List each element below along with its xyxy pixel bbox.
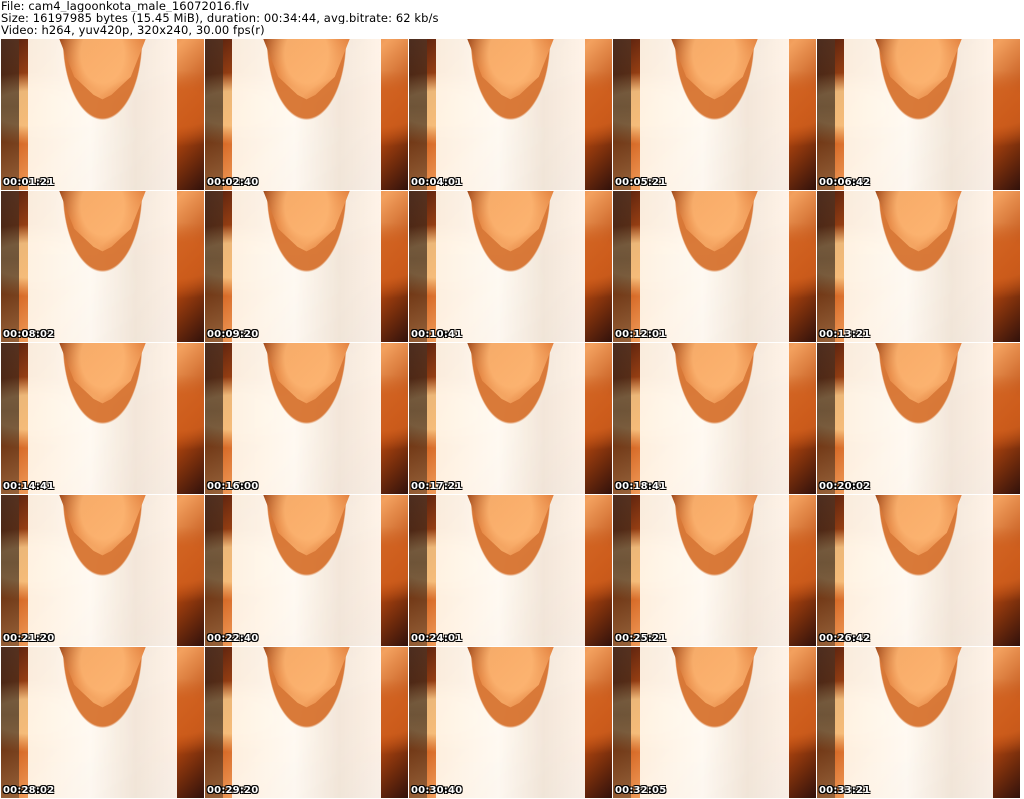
video-thumbnail: 00:22:40 xyxy=(205,495,408,646)
video-thumbnail: 00:08:02 xyxy=(1,191,204,342)
thumbnail-timestamp: 00:30:40 xyxy=(411,785,463,796)
thumbnail-timestamp: 00:14:41 xyxy=(3,481,55,492)
video-thumbnail: 00:32:05 xyxy=(613,647,816,798)
thumbnail-timestamp: 00:10:41 xyxy=(411,329,463,340)
video-thumbnail: 00:21:20 xyxy=(1,495,204,646)
video-thumbnail: 00:20:02 xyxy=(817,343,1020,494)
video-specs-text: Video: h264, yuv420p, 320x240, 30.00 fps… xyxy=(1,24,265,37)
thumbnail-timestamp: 00:12:01 xyxy=(615,329,667,340)
video-thumbnail: 00:25:21 xyxy=(613,495,816,646)
video-thumbnail: 00:14:41 xyxy=(1,343,204,494)
video-thumbnail: 00:05:21 xyxy=(613,39,816,190)
thumbnail-timestamp: 00:16:00 xyxy=(207,481,259,492)
thumbnail-timestamp: 00:02:40 xyxy=(207,177,259,188)
thumbnail-timestamp: 00:32:05 xyxy=(615,785,667,796)
thumbnail-timestamp: 00:24:01 xyxy=(411,633,463,644)
thumbnail-timestamp: 00:28:02 xyxy=(3,785,55,796)
video-thumbnail: 00:04:01 xyxy=(409,39,612,190)
thumbnail-timestamp: 00:25:21 xyxy=(615,633,667,644)
thumbnail-timestamp: 00:33:21 xyxy=(819,785,871,796)
video-thumbnail: 00:24:01 xyxy=(409,495,612,646)
video-thumbnail: 00:17:21 xyxy=(409,343,612,494)
thumbnail-timestamp: 00:20:02 xyxy=(819,481,871,492)
thumbnail-timestamp: 00:08:02 xyxy=(3,329,55,340)
thumbnail-timestamp: 00:05:21 xyxy=(615,177,667,188)
video-thumbnail: 00:01:21 xyxy=(1,39,204,190)
video-thumbnail: 00:18:41 xyxy=(613,343,816,494)
video-thumbnail: 00:12:01 xyxy=(613,191,816,342)
video-thumbnail: 00:30:40 xyxy=(409,647,612,798)
thumbnail-timestamp: 00:06:42 xyxy=(819,177,871,188)
file-info-header: File: cam4_lagoonkota_male_16072016.flv … xyxy=(1,0,1021,38)
video-thumbnail: 00:26:42 xyxy=(817,495,1020,646)
thumbnail-timestamp: 00:26:42 xyxy=(819,633,871,644)
thumbnail-timestamp: 00:13:21 xyxy=(819,329,871,340)
file-name-text: File: cam4_lagoonkota_male_16072016.flv xyxy=(1,0,250,13)
thumbnail-timestamp: 00:18:41 xyxy=(615,481,667,492)
video-thumbnail: 00:06:42 xyxy=(817,39,1020,190)
thumbnail-timestamp: 00:17:21 xyxy=(411,481,463,492)
video-thumbnail: 00:02:40 xyxy=(205,39,408,190)
thumbnail-timestamp: 00:21:20 xyxy=(3,633,55,644)
video-thumbnail: 00:28:02 xyxy=(1,647,204,798)
video-thumbnail: 00:29:20 xyxy=(205,647,408,798)
file-size-duration-text: Size: 16197985 bytes (15.45 MiB), durati… xyxy=(1,12,439,25)
thumbnail-timestamp: 00:09:20 xyxy=(207,329,259,340)
thumbnail-grid: 00:01:21 00:02:40 00:04:01 00:05:21 00:0… xyxy=(1,39,1023,799)
video-thumbnail: 00:33:21 xyxy=(817,647,1020,798)
video-thumbnail: 00:16:00 xyxy=(205,343,408,494)
video-thumbnail: 00:13:21 xyxy=(817,191,1020,342)
thumbnail-timestamp: 00:22:40 xyxy=(207,633,259,644)
thumbnail-timestamp: 00:04:01 xyxy=(411,177,463,188)
video-thumbnail: 00:10:41 xyxy=(409,191,612,342)
thumbnail-timestamp: 00:01:21 xyxy=(3,177,55,188)
video-thumbnail: 00:09:20 xyxy=(205,191,408,342)
thumbnail-timestamp: 00:29:20 xyxy=(207,785,259,796)
